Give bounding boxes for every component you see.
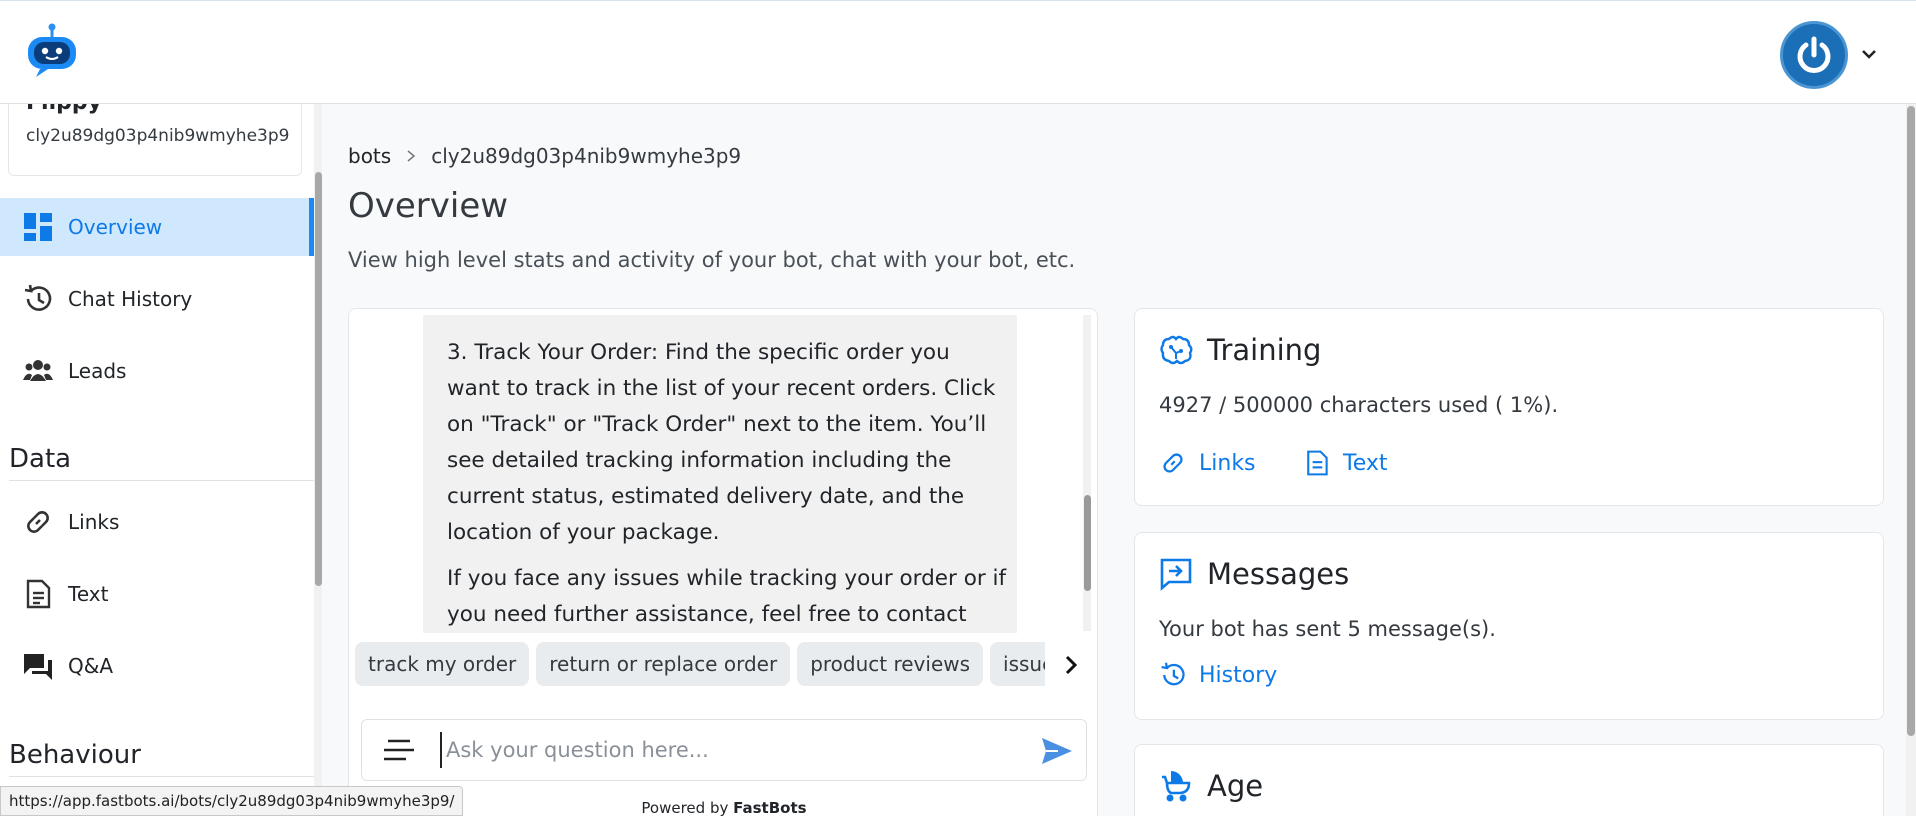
messages-count: Your bot has sent 5 message(s). [1159, 617, 1496, 641]
age-card: Age [1134, 744, 1884, 816]
chevron-right-icon [407, 150, 416, 162]
sidebar-item-links[interactable]: Links [0, 493, 314, 551]
training-links-label: Links [1199, 450, 1256, 476]
sidebar-item-chat-history[interactable]: Chat History [0, 270, 314, 328]
section-title-behaviour: Behaviour [9, 740, 141, 770]
messages-title: Messages [1207, 557, 1350, 591]
chat-input-box [361, 719, 1087, 781]
sidebar-item-label: Text [68, 582, 109, 606]
sidebar-item-text[interactable]: Text [0, 565, 314, 623]
dashboard-icon [24, 213, 52, 241]
history-icon [24, 284, 52, 311]
bot-message-text: menu. 3. Track Your Order: Find the spec… [447, 315, 1007, 633]
history-icon [1161, 662, 1185, 686]
suggestion-chip-return-replace[interactable]: return or replace order [536, 642, 791, 686]
document-icon [26, 579, 51, 609]
sidebar-item-label: Chat History [68, 287, 193, 311]
messages-history-label: History [1199, 662, 1278, 688]
chat-scrollbar-thumb[interactable] [1084, 495, 1091, 591]
messages-history-link[interactable]: History [1159, 661, 1277, 689]
top-header [0, 0, 1916, 104]
sidebar-item-label: Leads [68, 359, 127, 383]
link-icon [27, 511, 49, 533]
training-links-link[interactable]: Links [1159, 449, 1256, 477]
chat-widget: menu. 3. Track Your Order: Find the spec… [348, 308, 1098, 816]
sidebar-item-overview[interactable]: Overview [0, 198, 314, 256]
main-scrollbar-thumb[interactable] [1907, 106, 1915, 736]
chat-question-input[interactable] [440, 732, 980, 768]
message-arrow-icon [1160, 558, 1192, 591]
power-icon [1797, 36, 1831, 73]
sidebar-item-qa[interactable]: Q&A [0, 637, 314, 695]
robot-chat-logo-icon[interactable] [24, 23, 80, 79]
training-text-label: Text [1343, 450, 1388, 476]
message-paragraph: 3. Track Your Order: Find the specific o… [447, 340, 996, 545]
bot-name: Flippy [26, 104, 102, 115]
message-paragraph: menu. [447, 315, 1007, 325]
sidebar-scrollbar-thumb[interactable] [315, 172, 322, 586]
chevron-down-icon[interactable] [1860, 45, 1878, 63]
training-title: Training [1207, 333, 1322, 367]
chevron-right-icon[interactable] [1061, 655, 1081, 675]
sidebar-item-label: Links [68, 510, 120, 534]
sidebar-item-leads[interactable]: Leads [0, 342, 314, 400]
training-usage: 4927 / 500000 characters used ( 1%). [1159, 393, 1559, 417]
link-icon [1163, 453, 1183, 473]
message-paragraph: If you face any issues while tracking yo… [447, 566, 1007, 627]
brain-icon [1160, 335, 1193, 365]
training-card: Training 4927 / 500000 characters used (… [1134, 308, 1884, 506]
messages-card: Messages Your bot has sent 5 message(s).… [1134, 532, 1884, 720]
menu-lines-icon[interactable] [382, 738, 416, 762]
sidebar: Flippy cly2u89dg03p4nib9wmyhe3p9 Overvie… [0, 104, 318, 816]
send-icon[interactable] [1040, 736, 1074, 766]
sidebar-item-label: Overview [68, 215, 163, 239]
qa-chat-icon [24, 654, 52, 680]
sidebar-item-label: Q&A [68, 654, 114, 678]
divider [9, 480, 314, 481]
suggestion-chip-product-reviews[interactable]: product reviews [797, 642, 984, 686]
suggestion-chips: track my order return or replace order pro… [355, 642, 1045, 686]
age-title: Age [1207, 769, 1264, 803]
bot-id: cly2u89dg03p4nib9wmyhe3p9 [26, 126, 290, 146]
users-icon [23, 360, 53, 381]
breadcrumb-current: cly2u89dg03p4nib9wmyhe3p9 [431, 144, 742, 168]
document-icon [1307, 450, 1328, 476]
page-subtitle: View high level stats and activity of yo… [348, 248, 1076, 272]
powered-by-brand[interactable]: FastBots [733, 799, 806, 816]
training-text-link[interactable]: Text [1303, 449, 1388, 477]
page-title: Overview [348, 186, 509, 226]
suggestion-chip-issue[interactable]: issue re [990, 642, 1045, 686]
section-title-data: Data [9, 444, 72, 474]
link-preview-status: https://app.fastbots.ai/bots/cly2u89dg03… [0, 786, 464, 816]
powered-by-prefix: Powered by [641, 799, 729, 816]
suggestion-chip-track-order[interactable]: track my order [355, 642, 530, 686]
bot-message: menu. 3. Track Your Order: Find the spec… [423, 315, 1017, 633]
breadcrumb: bots cly2u89dg03p4nib9wmyhe3p9 [348, 144, 741, 168]
divider [9, 776, 314, 777]
breadcrumb-bots-link[interactable]: bots [348, 144, 391, 168]
user-avatar[interactable] [1780, 21, 1848, 89]
stroller-icon [1162, 771, 1191, 802]
